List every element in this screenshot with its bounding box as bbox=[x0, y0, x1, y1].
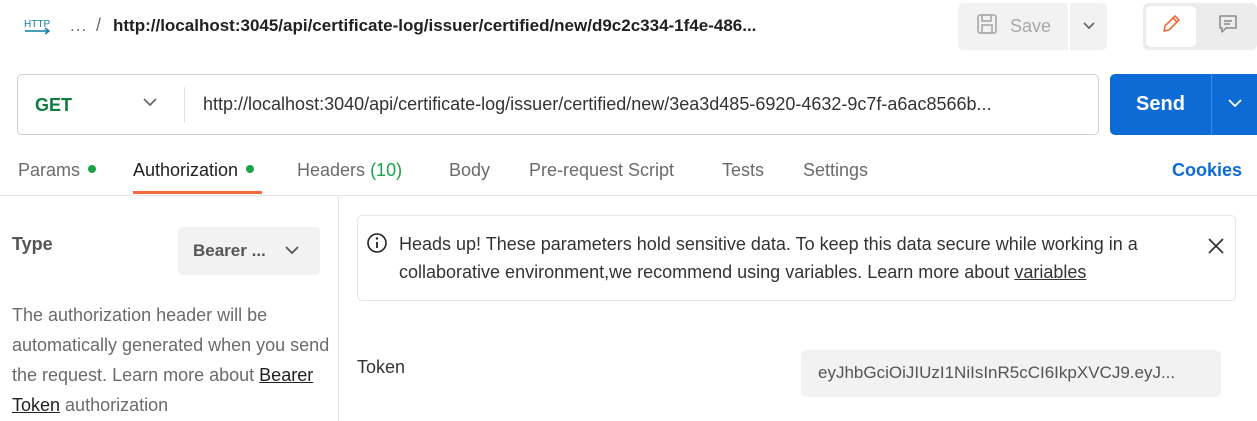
save-group: Save bbox=[958, 3, 1107, 50]
tab-body[interactable]: Body bbox=[449, 160, 490, 181]
request-tabs: Params Authorization Headers (10) Body P… bbox=[0, 150, 1257, 196]
chevron-down-icon bbox=[1227, 96, 1243, 114]
status-dot bbox=[246, 165, 255, 174]
auth-type-panel: Type Bearer ... The authorization header… bbox=[0, 196, 339, 421]
notice-text: Heads up! These parameters hold sensitiv… bbox=[399, 234, 1138, 282]
active-tab-indicator bbox=[133, 191, 262, 194]
edit-mode-button[interactable] bbox=[1146, 6, 1196, 47]
url-input[interactable]: http://localhost:3040/api/certificate-lo… bbox=[203, 94, 1088, 115]
tab-headers[interactable]: Headers (10) bbox=[297, 160, 402, 181]
variables-link[interactable]: variables bbox=[1014, 262, 1086, 282]
chevron-down-icon bbox=[1082, 18, 1096, 36]
auth-description: The authorization header will be automat… bbox=[12, 305, 330, 415]
cookies-link[interactable]: Cookies bbox=[1172, 160, 1242, 181]
save-options-button[interactable] bbox=[1070, 3, 1107, 50]
request-title[interactable]: http://localhost:3045/api/certificate-lo… bbox=[113, 16, 853, 36]
save-label: Save bbox=[1010, 16, 1052, 36]
chevron-down-icon[interactable] bbox=[142, 95, 158, 113]
tab-settings[interactable]: Settings bbox=[803, 160, 868, 181]
auth-type-select[interactable]: Bearer ... bbox=[178, 227, 320, 275]
url-bar: GET http://localhost:3040/api/certificat… bbox=[17, 74, 1099, 135]
info-icon bbox=[366, 232, 388, 259]
sensitive-data-notice: Heads up! These parameters hold sensitiv… bbox=[357, 215, 1236, 301]
save-icon bbox=[976, 13, 998, 40]
tab-authorization[interactable]: Authorization bbox=[133, 160, 255, 181]
token-label: Token bbox=[357, 357, 406, 377]
send-options-button[interactable] bbox=[1212, 74, 1257, 135]
headers-count: (10) bbox=[370, 160, 403, 180]
comments-button[interactable] bbox=[1203, 6, 1253, 47]
send-group: Send bbox=[1110, 74, 1257, 135]
tab-pre-request-script[interactable]: Pre-request Script bbox=[529, 160, 674, 181]
comment-icon bbox=[1217, 13, 1239, 40]
http-icon: HTTP bbox=[24, 14, 52, 40]
method-select[interactable]: GET bbox=[35, 95, 72, 116]
breadcrumb-collapsed[interactable]: ... bbox=[70, 16, 87, 36]
status-dot bbox=[88, 165, 97, 174]
auth-type-value: Bearer ... bbox=[193, 241, 266, 260]
chevron-down-icon bbox=[284, 243, 300, 261]
type-label: Type bbox=[12, 234, 53, 254]
token-value: eyJhbGciOiJIUzI1NiIsInR5cCI6IkpXVCJ9.eyJ… bbox=[818, 363, 1176, 382]
token-input[interactable]: eyJhbGciOiJIUzI1NiIsInR5cCI6IkpXVCJ9.eyJ… bbox=[801, 350, 1221, 397]
save-button[interactable]: Save bbox=[958, 3, 1068, 50]
close-icon[interactable] bbox=[1206, 236, 1226, 261]
tab-params[interactable]: Params bbox=[18, 160, 97, 181]
send-button[interactable]: Send bbox=[1110, 74, 1211, 135]
view-mode-toggle bbox=[1143, 3, 1257, 50]
tab-tests[interactable]: Tests bbox=[722, 160, 764, 181]
breadcrumb-separator: / bbox=[96, 15, 102, 35]
url-divider bbox=[184, 87, 185, 123]
request-header: HTTP ... / http://localhost:3045/api/cer… bbox=[0, 0, 1257, 56]
pencil-icon bbox=[1160, 13, 1182, 40]
